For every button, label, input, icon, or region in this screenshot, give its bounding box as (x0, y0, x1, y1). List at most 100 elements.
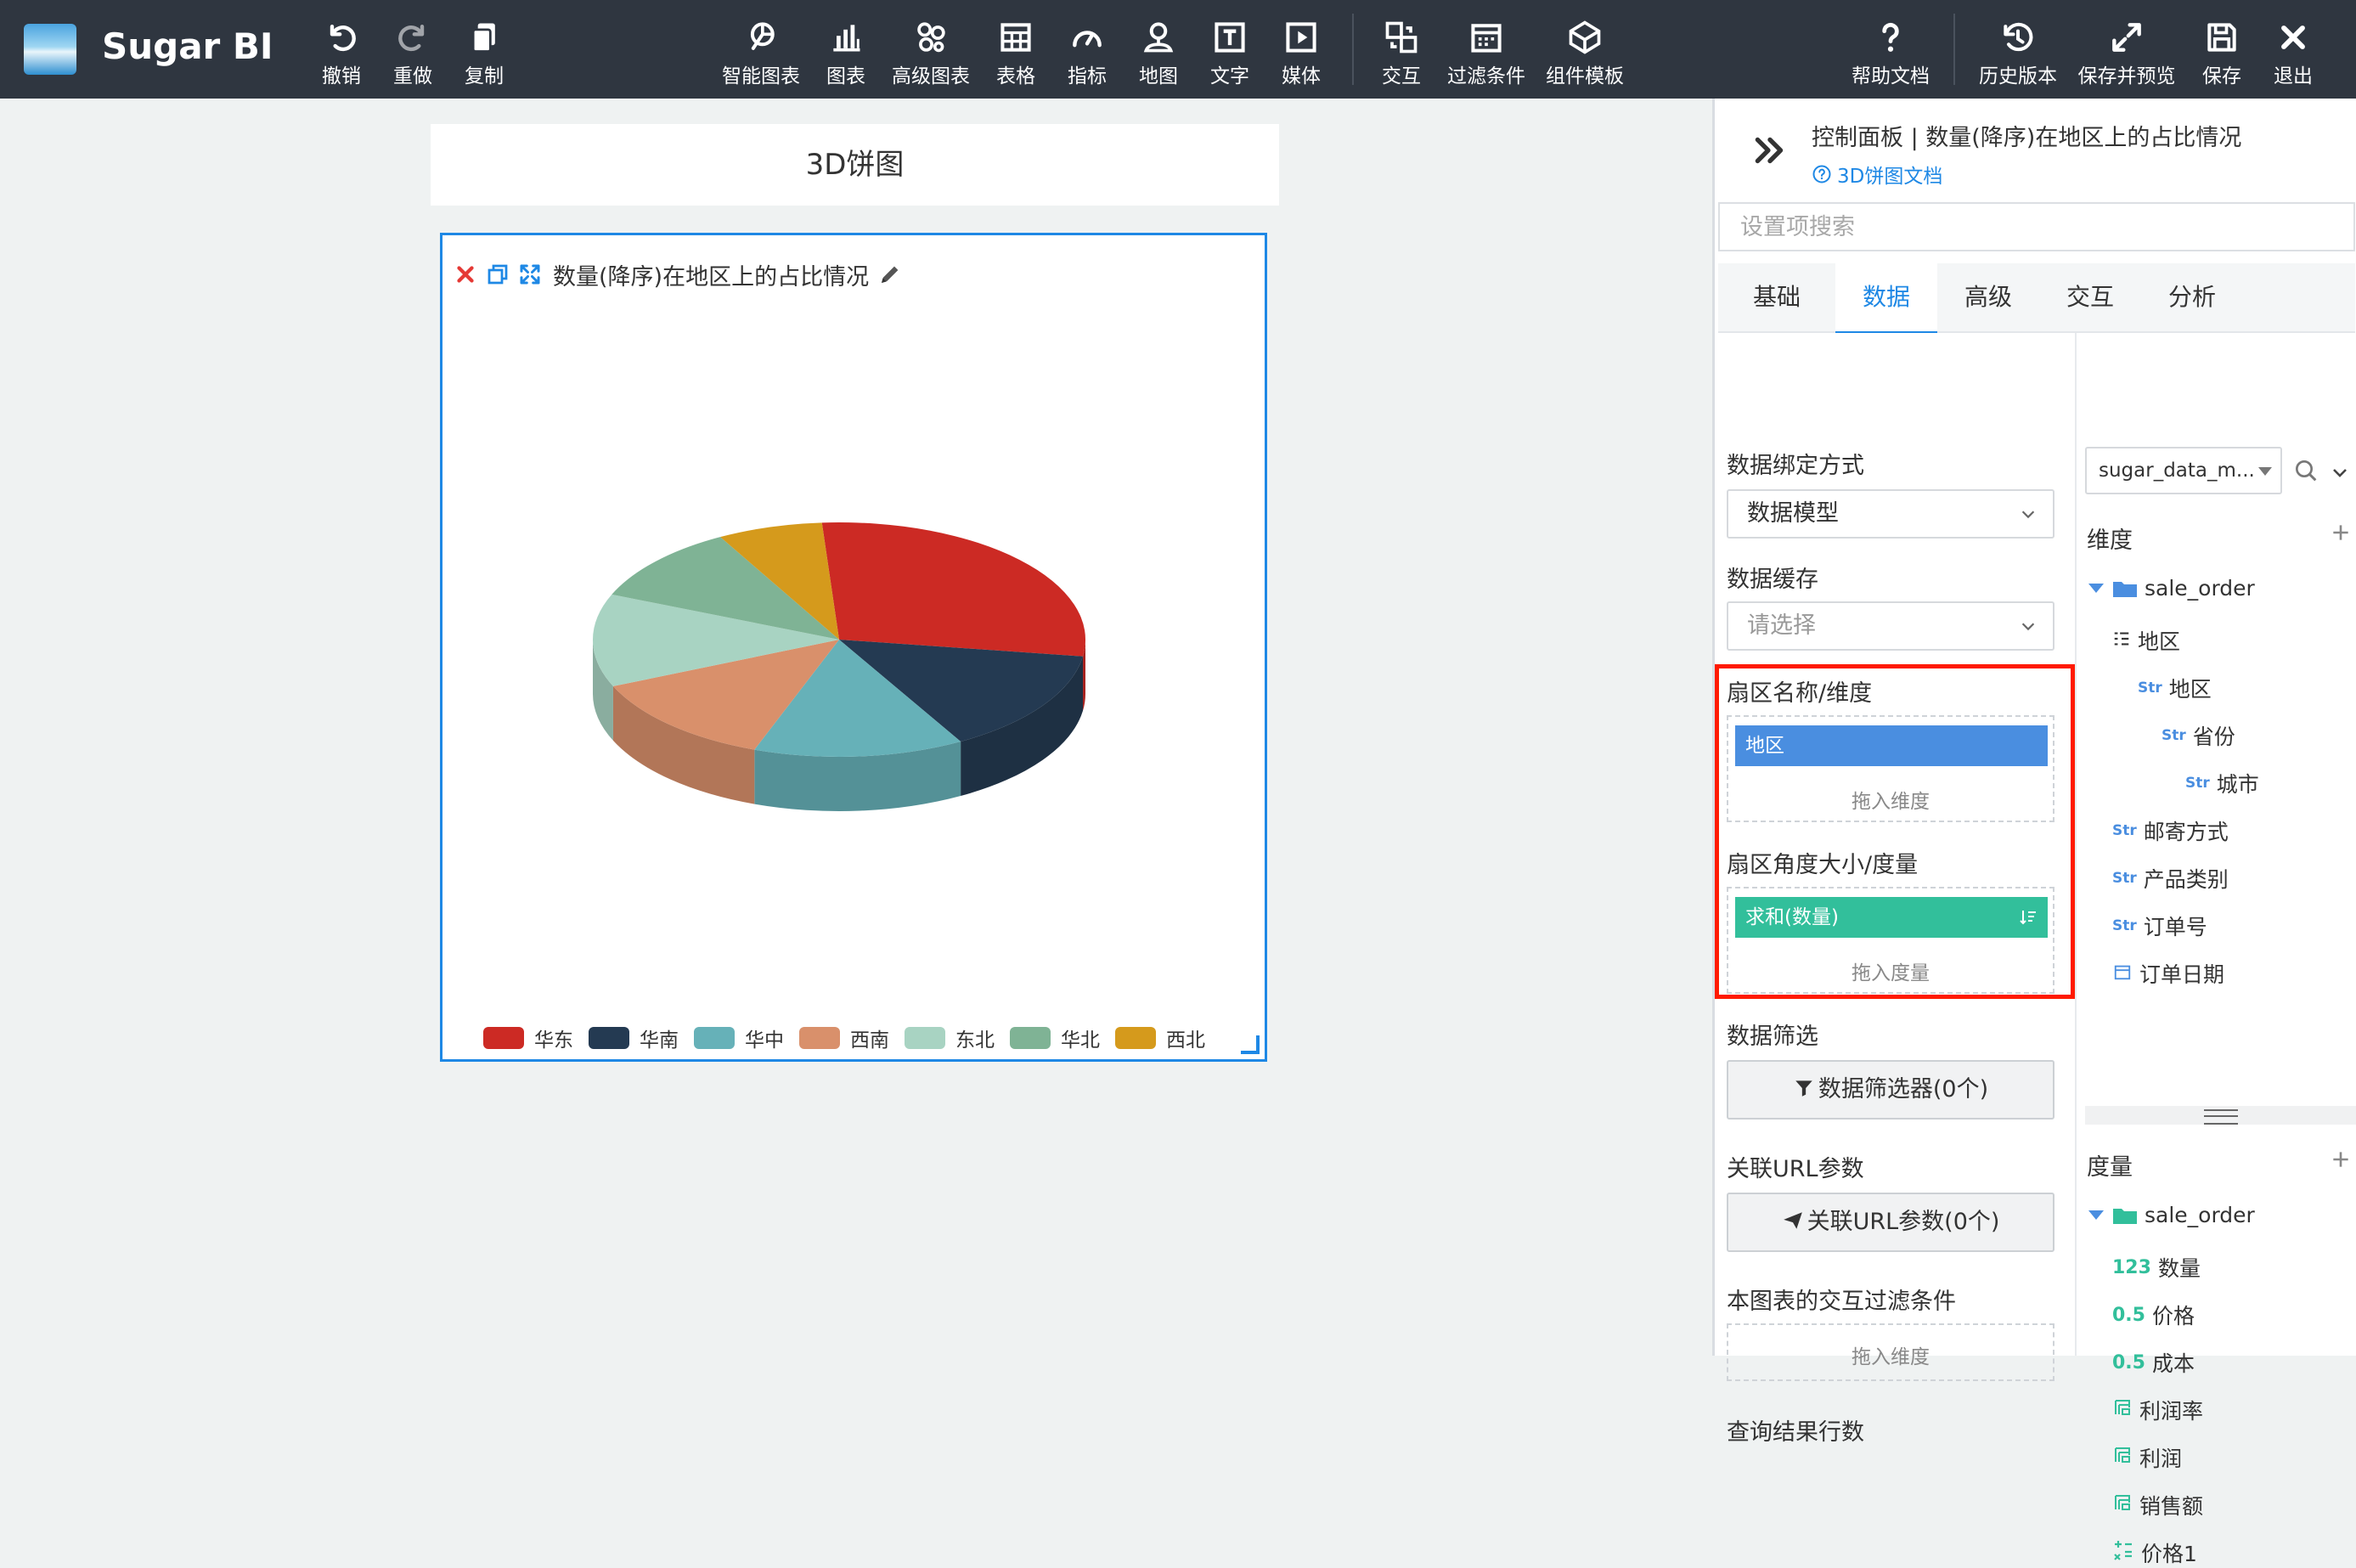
tree-expand-icon (2088, 584, 2104, 593)
legend-item-华中[interactable]: 华中 (694, 1024, 784, 1052)
toolbar-divider (1352, 14, 1354, 85)
measure-pill-label: 求和(数量) (1745, 906, 1839, 928)
save-button[interactable]: 保存 (2196, 19, 2247, 90)
copy-button[interactable]: 复制 (459, 19, 510, 90)
dimension-field-城市[interactable]: Str 城市 (2185, 768, 2259, 798)
text-button[interactable]: 文字 (1204, 19, 1255, 90)
field-label: 利润率 (2139, 1399, 2204, 1424)
undo-button[interactable]: 撤销 (316, 19, 367, 90)
data-cache-placeholder: 请选择 (1747, 612, 1816, 639)
measure-field-利润率[interactable]: 利润率 (2112, 1395, 2203, 1425)
map-button[interactable]: 地图 (1133, 19, 1184, 90)
exit-button[interactable]: 退出 (2268, 19, 2319, 90)
field-label: 数量 (2157, 1256, 2201, 1281)
measure-field-利润[interactable]: 利润 (2112, 1442, 2182, 1473)
help-doc-button[interactable]: 帮助文档 (1848, 19, 1933, 90)
save-and-preview-button[interactable]: 保存并预览 (2074, 19, 2179, 90)
datasource-select[interactable]: sugar_data_m... (2085, 447, 2282, 494)
legend-item-东北[interactable]: 东北 (905, 1024, 995, 1052)
data-cache-select[interactable]: 请选择 (1727, 601, 2054, 651)
dimension-field-邮寄方式[interactable]: Str 邮寄方式 (2112, 815, 2229, 846)
measure-field-销售额[interactable]: 销售额 (2112, 1490, 2203, 1520)
interaction-filter-dropzone[interactable]: 拖入维度 (1727, 1323, 2054, 1381)
query-rows-label: 查询结果行数 (1727, 1419, 1864, 1446)
panel-split-handle[interactable] (2085, 1106, 2356, 1125)
tab-analysis[interactable]: 分析 (2141, 263, 2243, 331)
chevron-down-icon (2021, 623, 2035, 631)
field-label: 成本 (2151, 1351, 2195, 1376)
legend-label: 华北 (1061, 1029, 1100, 1052)
page-title[interactable]: 3D饼图 (431, 124, 1279, 206)
string-type-icon: Str (2112, 870, 2137, 887)
filter-calendar-icon (1467, 19, 1506, 56)
legend-item-西南[interactable]: 西南 (799, 1024, 889, 1052)
redo-label: 重做 (393, 65, 432, 87)
formula-field-icon (2112, 1540, 2141, 1565)
pie-slice-华东[interactable] (821, 522, 1085, 657)
smart-chart-label: 智能图表 (722, 65, 800, 87)
chart-widget[interactable]: 数量(降序)在地区上的占比情况 华东 华南 华中 西南 东北 华北 西北 (440, 233, 1267, 1062)
measure-pill-sum-quantity[interactable]: 求和(数量) (1735, 897, 2048, 938)
tab-basic[interactable]: 基础 (1718, 263, 1835, 331)
measure-table-node[interactable]: sale_order (2088, 1203, 2255, 1227)
field-label: 城市 (2216, 772, 2259, 797)
url-param-button[interactable]: 关联URL参数(0个) (1727, 1193, 2054, 1252)
table-label: 表格 (996, 65, 1035, 87)
data-filter-label: 数据筛选 (1727, 1024, 1818, 1050)
dimension-field-产品类别[interactable]: Str 产品类别 (2112, 863, 2229, 894)
legend-swatch (1115, 1027, 1156, 1049)
gauge-icon (1068, 19, 1107, 56)
history-version-button[interactable]: 历史版本 (1976, 19, 2060, 90)
collapse-panel-icon[interactable] (1749, 129, 1791, 172)
field-label: 利润 (2139, 1447, 2183, 1471)
dimension-field-订单日期[interactable]: 订单日期 (2112, 958, 2224, 989)
dimension-field-地区[interactable]: Str 地区 (2138, 673, 2212, 703)
sector-measure-dropzone[interactable]: 求和(数量) 拖入度量 (1727, 887, 2054, 994)
tab-interaction[interactable]: 交互 (2039, 263, 2141, 331)
chevron-down-icon[interactable] (2330, 462, 2350, 482)
smart-chart-button[interactable]: 智能图表 (719, 19, 803, 90)
tab-advanced[interactable]: 高级 (1937, 263, 2039, 331)
chart-button[interactable]: 图表 (820, 19, 871, 90)
interaction-button[interactable]: 交互 (1376, 19, 1427, 90)
resize-handle[interactable] (1241, 1035, 1260, 1054)
measure-field-数量[interactable]: 123 数量 (2112, 1252, 2201, 1283)
dimension-table-node[interactable]: sale_order (2088, 576, 2255, 601)
field-label: 省份 (2192, 725, 2235, 749)
pie-doc-link[interactable]: 3D饼图文档 (1812, 160, 1942, 189)
dimension-field-订单号[interactable]: Str 订单号 (2112, 911, 2207, 941)
table-button[interactable]: 表格 (990, 19, 1041, 90)
component-template-button[interactable]: 组件模板 (1542, 19, 1627, 90)
field-label: 订单日期 (2139, 962, 2225, 987)
measure-field-成本[interactable]: 0.5 成本 (2112, 1347, 2195, 1378)
measure-field-价格[interactable]: 0.5 价格 (2112, 1300, 2195, 1330)
add-dimension-icon[interactable] (2330, 522, 2352, 544)
advanced-chart-button[interactable]: 高级图表 (888, 19, 973, 90)
dimension-field-省份[interactable]: Str 省份 (2162, 720, 2235, 751)
legend-item-西北[interactable]: 西北 (1115, 1024, 1205, 1052)
string-type-icon: Str (2112, 917, 2137, 934)
indicator-button[interactable]: 指标 (1062, 19, 1113, 90)
redo-button[interactable]: 重做 (387, 19, 438, 90)
measure-field-价格1[interactable]: 价格1 (2112, 1537, 2197, 1568)
binding-mode-select[interactable]: 数据模型 (1727, 489, 2054, 539)
legend-item-华北[interactable]: 华北 (1010, 1024, 1100, 1052)
app-logo-icon (24, 24, 76, 75)
data-filter-button[interactable]: 数据筛选器(0个) (1727, 1060, 2054, 1120)
add-measure-icon[interactable] (2330, 1148, 2352, 1170)
dimension-pill-region[interactable]: 地区 (1735, 725, 2048, 766)
settings-search-input[interactable] (1718, 202, 2355, 251)
panel-title: 控制面板 | 数量(降序)在地区上的占比情况 (1812, 125, 2242, 151)
legend-item-华南[interactable]: 华南 (589, 1024, 679, 1052)
drop-dimension-hint: 拖入维度 (1852, 1346, 1930, 1368)
legend-item-华东[interactable]: 华东 (483, 1024, 573, 1052)
media-button[interactable]: 媒体 (1276, 19, 1327, 90)
sector-dimension-dropzone[interactable]: 地区 拖入维度 (1727, 715, 2054, 822)
measure-table-name: sale_order (2145, 1203, 2255, 1227)
tab-data[interactable]: 数据 (1835, 263, 1937, 334)
dimension-field-地区[interactable]: 地区 (2112, 625, 2180, 656)
sort-desc-icon[interactable] (2017, 907, 2039, 928)
filter-condition-button[interactable]: 过滤条件 (1444, 19, 1529, 90)
search-icon[interactable] (2292, 457, 2319, 484)
string-type-icon: Str (2138, 680, 2162, 697)
